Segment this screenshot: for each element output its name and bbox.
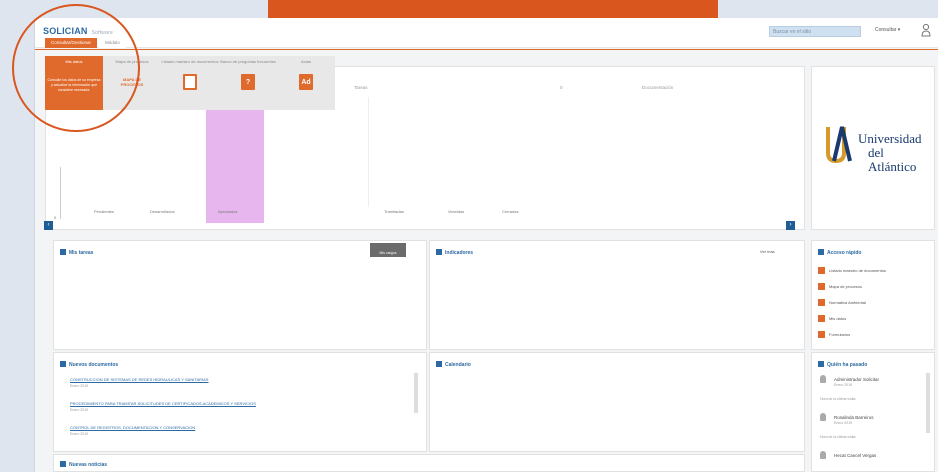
- xlabel-cerradas: Cerradas: [502, 209, 519, 214]
- person-entry[interactable]: Hecat Cancel Vergas: [820, 451, 876, 459]
- folder-icon: [60, 361, 66, 367]
- top-banner: [268, 0, 718, 18]
- recent-documents-title: Nuevos documentos: [60, 361, 118, 368]
- document-date: Enero 2019: [70, 432, 89, 436]
- next-arrow-button[interactable]: ›: [786, 221, 795, 230]
- divider-line: [368, 97, 369, 207]
- indicators-title: Indicadores: [436, 249, 473, 256]
- staff-panel: Quién ha pasado Administrador Solicitar …: [811, 352, 935, 472]
- person-date: Enero 2019: [834, 421, 853, 425]
- xlabel-desarrollados: Desarrollados: [150, 209, 175, 214]
- quick-menu-listado-maestro[interactable]: Listado maestro de documentos: [161, 56, 219, 110]
- my-tasks-panel: Mis tareas Mis cargos: [53, 240, 427, 350]
- document-date: Enero 2019: [70, 408, 89, 412]
- person-note: Hora de la última visita: [820, 435, 856, 439]
- xlabel-aprobados: Aprobados: [218, 209, 238, 214]
- calendar-title: Calendario: [436, 361, 471, 368]
- news-icon: [60, 461, 66, 467]
- xlabel-pendientes: Pendientes: [94, 209, 115, 214]
- news-title: Nuevas noticias: [60, 461, 107, 468]
- access-item-normativa[interactable]: Normativa Ambiental: [818, 299, 866, 306]
- bar-aprobados[interactable]: [206, 101, 264, 223]
- count-label: 0: [560, 85, 563, 90]
- staff-scrollbar[interactable]: [926, 373, 930, 433]
- person-icon: [820, 451, 826, 459]
- document-link[interactable]: CONTROL DE REGISTROS, DOCUMENTACION Y CO…: [70, 425, 195, 430]
- orange-divider: [35, 49, 938, 50]
- axis-zero-label: 0: [54, 215, 57, 220]
- search-input[interactable]: Buscar en el sitio: [769, 26, 861, 37]
- quick-menu-actas[interactable]: Actas Ad: [277, 56, 335, 110]
- book-icon: [818, 315, 825, 322]
- document-icon: [183, 74, 197, 90]
- university-name: Universidad del Atlántico: [858, 131, 922, 174]
- document-link[interactable]: PROCEDIMIENTO PARA TRAMITAR SOLICITUDES …: [70, 401, 256, 406]
- user-menu[interactable]: Consultar ▾: [875, 27, 900, 33]
- app-window: SOLICIAN Software Buscar en el sitio Cons…: [34, 18, 938, 472]
- prev-arrow-button[interactable]: ‹: [44, 221, 53, 230]
- filter-icon: [818, 249, 824, 255]
- documents-scrollbar[interactable]: [414, 373, 418, 413]
- my-tasks-title: Mis tareas: [60, 249, 93, 256]
- document-date: Enero 2019: [70, 384, 89, 388]
- university-logo-panel: Universidad del Atlántico: [811, 66, 935, 230]
- news-panel: Nuevas noticias: [53, 454, 805, 472]
- user-icon[interactable]: [921, 23, 931, 37]
- access-item-mis-datos[interactable]: Mis datos: [818, 315, 846, 322]
- chart-icon: [436, 249, 442, 255]
- person-entry[interactable]: Administrador Solicitar: [820, 375, 879, 383]
- user-icon: [818, 361, 824, 367]
- highlight-circle: [12, 4, 140, 132]
- person-icon: [820, 375, 826, 383]
- tasks-chart-title: Tareas: [354, 85, 368, 90]
- indicators-panel: Indicadores Ver más: [429, 240, 805, 350]
- question-icon: ?: [241, 74, 255, 90]
- map-icon: [818, 283, 825, 290]
- form-icon: [818, 331, 825, 338]
- xlabel-vencidas: Vencidas: [448, 209, 465, 214]
- staff-title: Quién ha pasado: [818, 361, 867, 368]
- quick-access-panel: Acceso rápido Listado maestro de documen…: [811, 240, 935, 350]
- quick-access-title: Acceso rápido: [818, 249, 861, 256]
- calendar-panel: Calendario: [429, 352, 805, 452]
- indicators-more-link[interactable]: Ver más: [760, 249, 775, 254]
- person-date: Enero 2019: [834, 383, 853, 387]
- person-note: Hora de la última visita: [820, 397, 856, 401]
- building-icon: [818, 299, 825, 306]
- actas-icon: Ad: [299, 74, 313, 90]
- recent-documents-panel: Nuevos documentos CONSTRUCCION DE SISTEM…: [53, 352, 427, 452]
- calendar-icon: [60, 249, 66, 255]
- university-logo-icon: [826, 126, 852, 163]
- quick-menu-preguntas[interactable]: Banco de preguntas frecuentes ?: [219, 56, 277, 110]
- top-bar: SOLICIAN Software Buscar en el sitio Cons…: [35, 18, 938, 48]
- xlabel-tramitadas: Tramitadas: [384, 209, 404, 214]
- calendar-icon: [436, 361, 442, 367]
- my-cargos-tab[interactable]: Mis cargos: [370, 243, 406, 257]
- document-link[interactable]: CONSTRUCCION DE SISTEMAS DE REDES HIDRAU…: [70, 377, 208, 382]
- person-icon: [820, 413, 826, 421]
- access-item-formularios[interactable]: Formularios: [818, 331, 850, 338]
- y-axis: [60, 167, 61, 219]
- access-item-listado[interactable]: Listado maestro de documentos: [818, 267, 886, 274]
- documentation-chart-title: Documentación: [642, 85, 674, 90]
- person-entry[interactable]: Rosalinda Barreiros: [820, 413, 874, 421]
- access-item-mapa[interactable]: Mapa de procesos: [818, 283, 862, 290]
- document-icon: [818, 267, 825, 274]
